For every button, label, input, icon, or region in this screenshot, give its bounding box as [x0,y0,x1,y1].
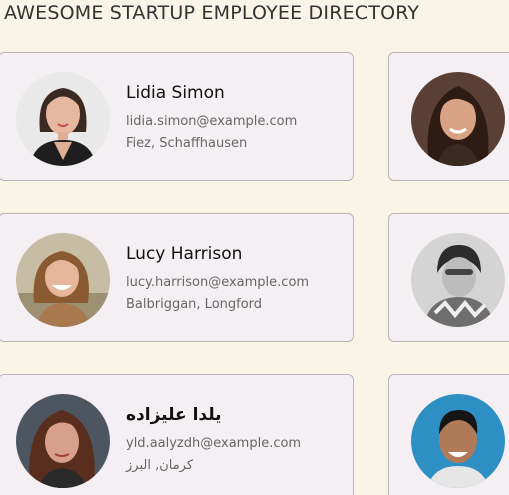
employee-info: Lucy Harrison lucy.harrison@example.com … [126,244,309,316]
avatar [411,394,505,488]
employee-directory-page: AWESOME STARTUP EMPLOYEE DIRECTORY Lidia… [0,0,509,495]
employee-info: يلدا عليزاده yld.aalyzdh@example.com كرم… [126,405,301,477]
employee-name: Lidia Simon [126,83,225,103]
employee-card[interactable] [388,374,509,495]
avatar [16,233,110,327]
employee-email: yld.aalyzdh@example.com [126,436,302,451]
avatar [411,72,505,166]
employee-name: يلدا عليزاده [126,405,222,425]
employee-card[interactable]: يلدا عليزاده yld.aalyzdh@example.com كرم… [0,374,354,495]
avatar [411,233,505,327]
employee-location: Fiez, Schaffhausen [126,136,248,151]
employee-card[interactable]: Lidia Simon lidia.simon@example.com Fiez… [0,52,354,181]
avatar [16,394,110,488]
avatar [16,72,110,166]
employee-location: Balbriggan, Longford [126,297,263,312]
employee-card[interactable] [388,213,509,342]
employee-info: Lidia Simon lidia.simon@example.com Fiez… [126,83,297,155]
employee-card[interactable]: Lucy Harrison lucy.harrison@example.com … [0,213,354,342]
page-title: AWESOME STARTUP EMPLOYEE DIRECTORY [4,2,420,24]
employee-email: lidia.simon@example.com [126,114,298,129]
employee-email: lucy.harrison@example.com [126,275,310,290]
employee-location: كرمان, البرز [126,458,194,473]
employee-name: Lucy Harrison [126,244,243,264]
employee-card[interactable] [388,52,509,181]
